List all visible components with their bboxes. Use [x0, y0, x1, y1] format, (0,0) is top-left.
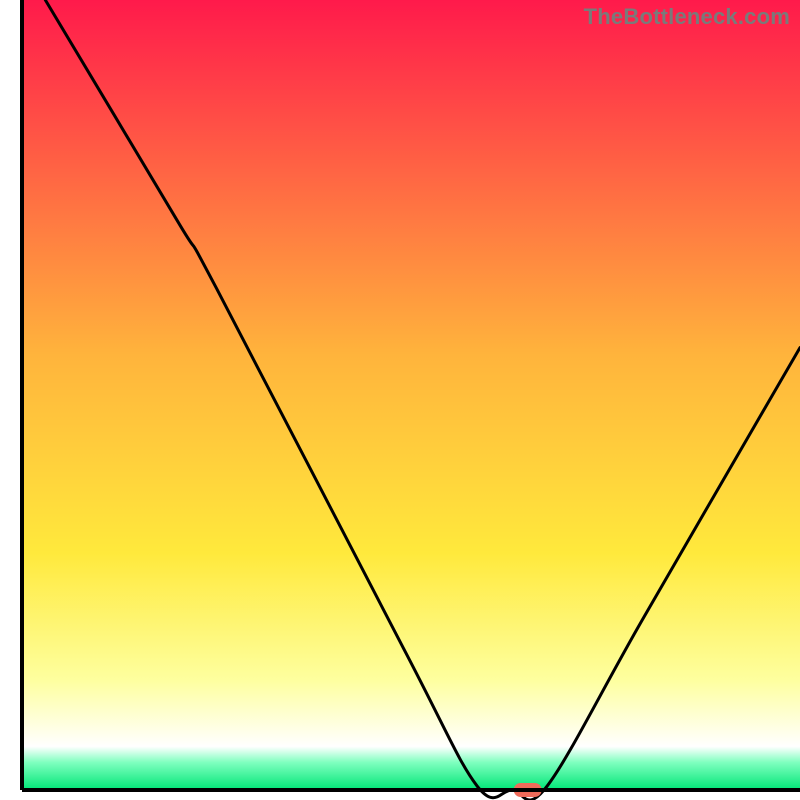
chart-svg: [0, 0, 800, 800]
plot-background: [22, 0, 800, 790]
watermark-label: TheBottleneck.com: [584, 4, 790, 30]
bottleneck-chart: TheBottleneck.com: [0, 0, 800, 800]
